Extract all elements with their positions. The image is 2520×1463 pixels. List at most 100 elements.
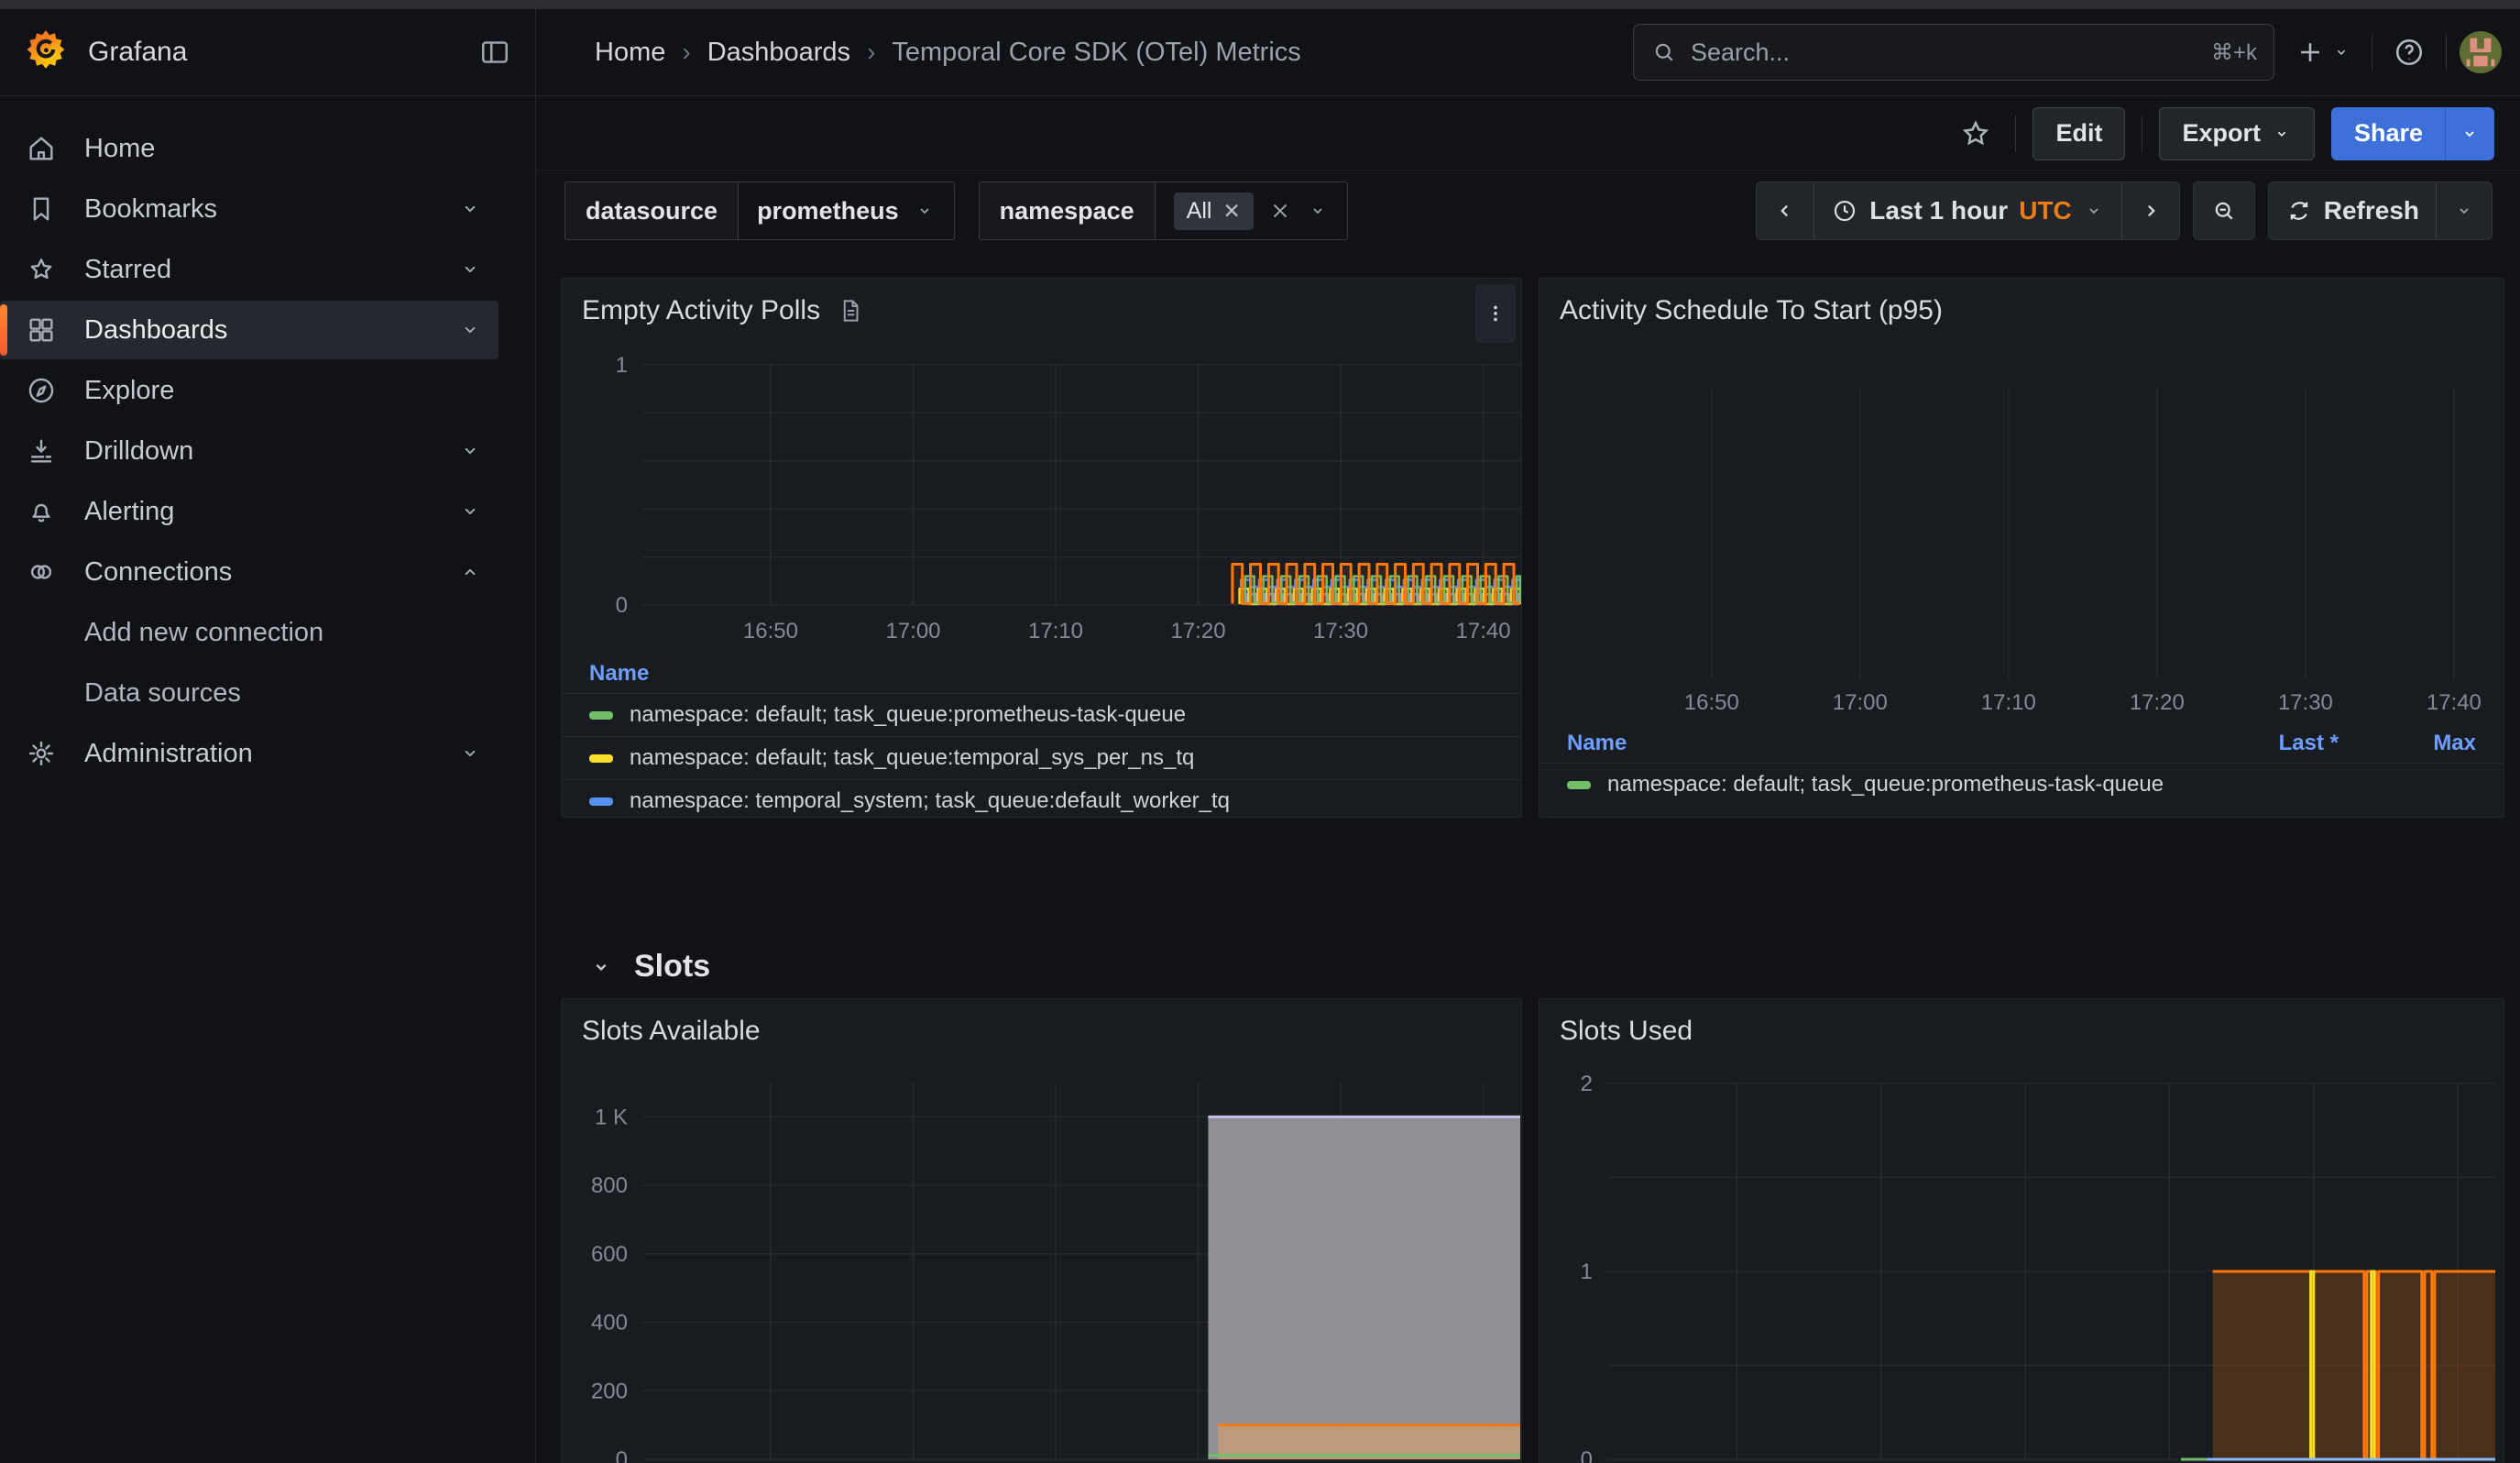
namespace-variable[interactable]: namespace All ✕ — [979, 182, 1348, 240]
sidebar-item-connections[interactable]: Connections — [0, 543, 499, 601]
svg-text:17:00: 17:00 — [1833, 690, 1888, 715]
breadcrumb: Home›Dashboards›Temporal Core SDK (OTel)… — [536, 9, 1633, 95]
help-button[interactable] — [2385, 36, 2433, 69]
legend-series-swatch — [589, 754, 613, 763]
time-range-picker[interactable]: Last 1 hour UTC — [1814, 182, 2121, 239]
remove-chip-icon[interactable]: ✕ — [1222, 199, 1240, 224]
namespace-chip-all[interactable]: All ✕ — [1174, 192, 1254, 230]
main-content: Edit Export Share datasource prometheus … — [537, 97, 2520, 1463]
dashboard-toolbar: Edit Export Share — [537, 97, 2520, 170]
zoom-out-button[interactable] — [2194, 182, 2254, 239]
sidebar-item-bookmarks[interactable]: Bookmarks — [0, 180, 499, 238]
chevron-down-icon[interactable] — [458, 197, 482, 221]
clock-icon — [1831, 197, 1858, 225]
section-collapse-chevron-icon[interactable] — [588, 954, 614, 980]
breadcrumb-separator: › — [867, 38, 875, 67]
bookmark-icon — [26, 193, 60, 225]
time-controls: Last 1 hour UTC Refresh — [1756, 182, 2493, 240]
slots-used-chart[interactable]: 16:5017:0017:1017:2017:3017:40012 — [1539, 999, 2504, 1463]
legend-row[interactable]: namespace: default; task_queue:prometheu… — [562, 693, 1521, 736]
legend-series-label: namespace: temporal_system; task_queue:d… — [630, 788, 1230, 814]
chevron-down-icon[interactable] — [458, 742, 482, 765]
mega-menu-dock-icon[interactable] — [478, 36, 511, 69]
sidebar-item-label: Starred — [84, 255, 171, 285]
sidebar-item-home[interactable]: Home — [0, 119, 499, 178]
sidebar-item-administration[interactable]: Administration — [0, 724, 499, 783]
legend-row[interactable]: namespace: default; task_queue:prometheu… — [1539, 763, 2504, 806]
sidebar-item-add-new-connection[interactable]: Add new connection — [0, 603, 499, 662]
sidebar-item-label: Connections — [84, 557, 232, 588]
connections-icon — [26, 556, 60, 588]
sidebar-item-data-sources[interactable]: Data sources — [0, 664, 499, 722]
chevron-up-icon[interactable] — [458, 560, 482, 584]
legend-row[interactable]: namespace: temporal_system; task_queue:d… — [562, 779, 1521, 818]
row-section-slots[interactable]: Slots — [588, 949, 710, 984]
datasource-value-select[interactable]: prometheus — [739, 182, 954, 239]
favorite-star-icon[interactable] — [1953, 116, 1999, 151]
legend-column-name[interactable]: Name — [589, 661, 649, 687]
zoom-out-group — [2193, 182, 2255, 240]
variables-and-time-bar: datasource prometheus namespace All ✕ — [537, 170, 2520, 251]
svg-text:17:40: 17:40 — [2427, 690, 2482, 715]
search-input[interactable]: Search... ⌘+k — [1633, 24, 2274, 81]
user-avatar[interactable] — [2460, 31, 2502, 73]
namespace-value-select[interactable]: All ✕ — [1156, 182, 1347, 239]
sidebar-item-alerting[interactable]: Alerting — [0, 482, 499, 541]
sidebar-item-label: Data sources — [84, 678, 241, 709]
svg-text:600: 600 — [591, 1242, 628, 1267]
svg-text:16:50: 16:50 — [1684, 690, 1739, 715]
breadcrumb-item[interactable]: Dashboards — [707, 38, 850, 68]
export-button[interactable]: Export — [2159, 107, 2315, 160]
refresh-icon — [2285, 197, 2313, 225]
legend-header: Name Last *Max — [1539, 724, 2504, 763]
svg-text:2: 2 — [1581, 1072, 1593, 1096]
legend-column-name[interactable]: Name — [1567, 731, 1627, 756]
svg-text:0: 0 — [616, 1447, 628, 1463]
sidebar-item-starred[interactable]: Starred — [0, 240, 499, 299]
time-shift-forward-button[interactable] — [2122, 182, 2179, 239]
os-titlebar-strip — [0, 0, 2520, 9]
panel-slots-used: Slots Used 16:5017:0017:1017:2017:3017:4… — [1539, 998, 2504, 1463]
svg-text:1: 1 — [1581, 1260, 1593, 1284]
svg-text:17:10: 17:10 — [1028, 619, 1083, 644]
grafana-logo — [24, 28, 68, 78]
slots-available-chart[interactable]: 16:5017:0017:1017:2017:3017:400200400600… — [562, 999, 1522, 1463]
chevron-down-icon — [2453, 200, 2475, 222]
refresh-button[interactable]: Refresh — [2269, 182, 2437, 239]
divider — [2015, 116, 2016, 152]
clear-selection-icon[interactable] — [1268, 199, 1292, 223]
datasource-label: datasource — [565, 182, 739, 239]
panel-slots-available: Slots Available 16:5017:0017:1017:2017:3… — [561, 998, 1522, 1463]
drilldown-icon — [26, 435, 60, 467]
chevron-down-icon[interactable] — [458, 258, 482, 281]
legend-column-last[interactable]: Last * — [2201, 731, 2339, 756]
chevron-down-icon[interactable] — [458, 439, 482, 463]
add-new-button[interactable] — [2287, 37, 2359, 68]
time-range-group: Last 1 hour UTC — [1756, 182, 2179, 240]
sidebar-item-explore[interactable]: Explore — [0, 361, 499, 420]
nav-actions: Search... ⌘+k — [1633, 9, 2520, 95]
svg-text:800: 800 — [591, 1173, 628, 1198]
home-icon — [26, 133, 60, 164]
legend-row[interactable]: namespace: default; task_queue:temporal_… — [562, 736, 1521, 779]
time-shift-back-button[interactable] — [1757, 182, 1814, 239]
legend-series-swatch — [589, 798, 613, 806]
sidebar-item-drilldown[interactable]: Drilldown — [0, 422, 499, 480]
svg-text:200: 200 — [591, 1379, 628, 1403]
svg-text:17:40: 17:40 — [1456, 619, 1511, 644]
legend-series-label: namespace: default; task_queue:prometheu… — [630, 702, 1186, 728]
breadcrumb-item[interactable]: Home — [595, 38, 665, 68]
legend-column-max[interactable]: Max — [2339, 731, 2476, 756]
sidebar-item-dashboards[interactable]: Dashboards — [0, 301, 499, 359]
datasource-variable[interactable]: datasource prometheus — [564, 182, 955, 240]
divider — [2446, 34, 2447, 71]
edit-button[interactable]: Edit — [2032, 107, 2125, 160]
share-button[interactable]: Share — [2331, 107, 2445, 160]
chevron-down-icon — [2083, 200, 2105, 222]
chevron-right-icon — [2139, 199, 2163, 223]
sidebar-item-label: Drilldown — [84, 436, 193, 467]
refresh-interval-button[interactable] — [2437, 182, 2492, 239]
chevron-down-icon[interactable] — [458, 318, 482, 342]
share-options-button[interactable] — [2445, 107, 2494, 160]
chevron-down-icon[interactable] — [458, 500, 482, 523]
